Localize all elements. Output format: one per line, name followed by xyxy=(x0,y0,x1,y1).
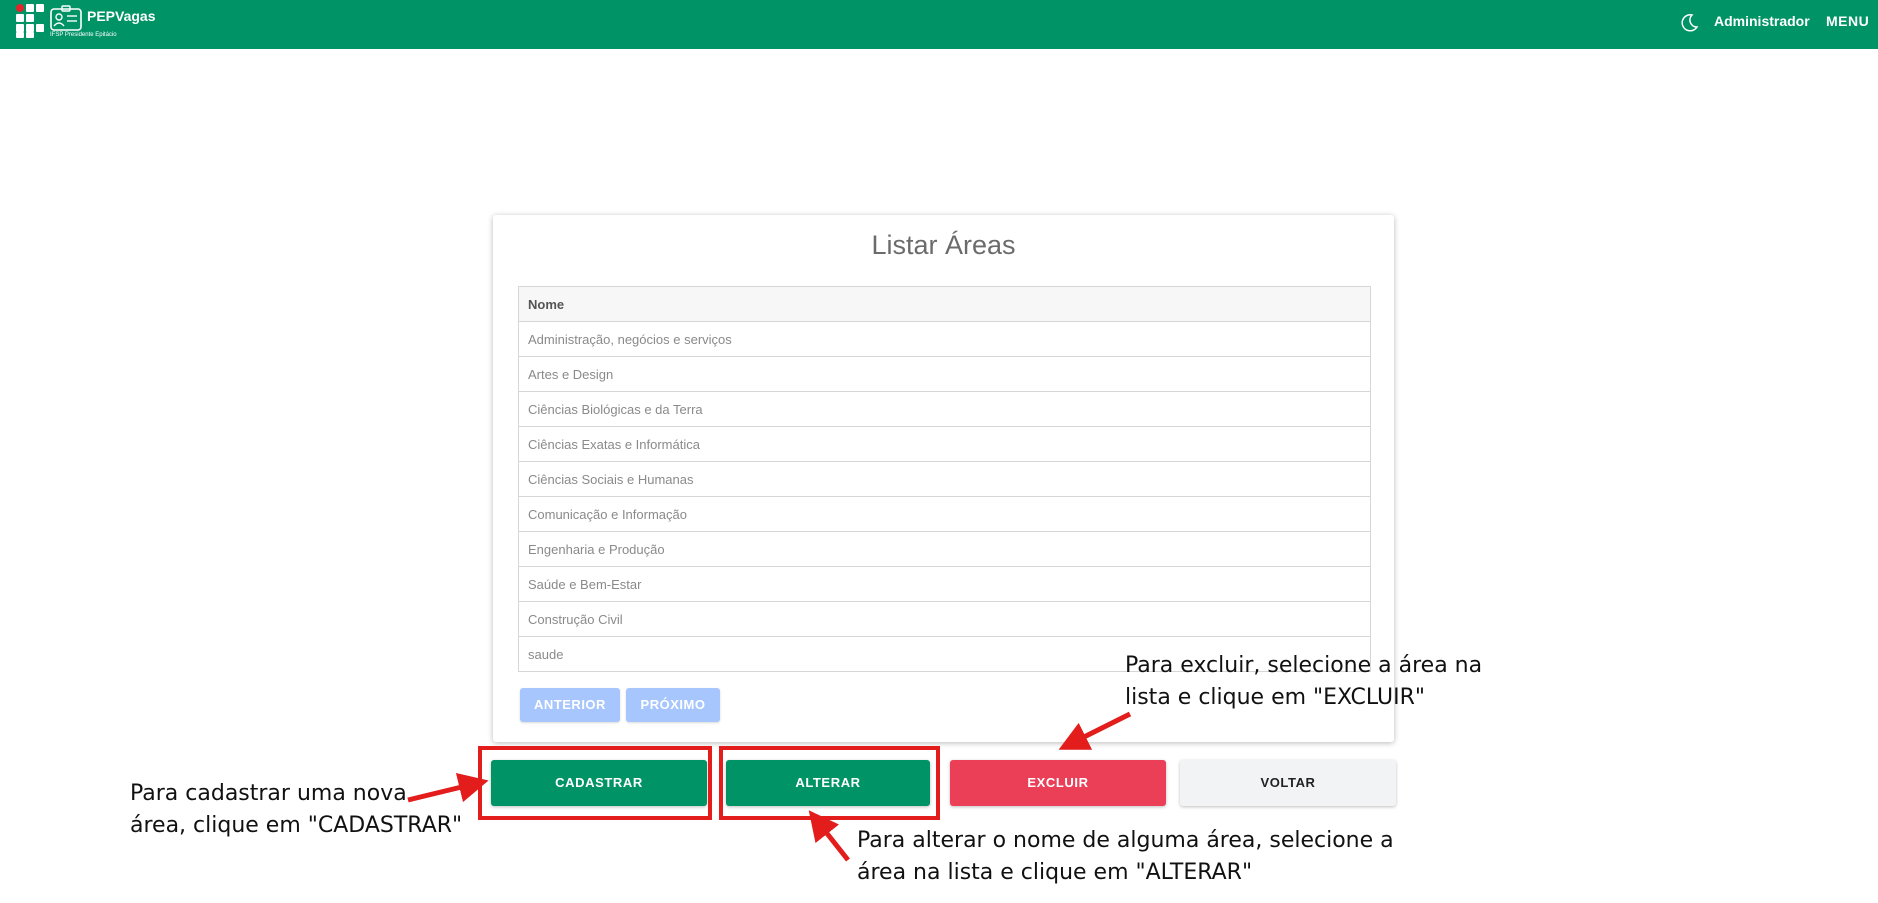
annotation-arrows xyxy=(407,711,1132,862)
create-arrow xyxy=(407,772,489,803)
delete-arrow xyxy=(1058,711,1132,750)
edit-arrow xyxy=(808,810,850,862)
